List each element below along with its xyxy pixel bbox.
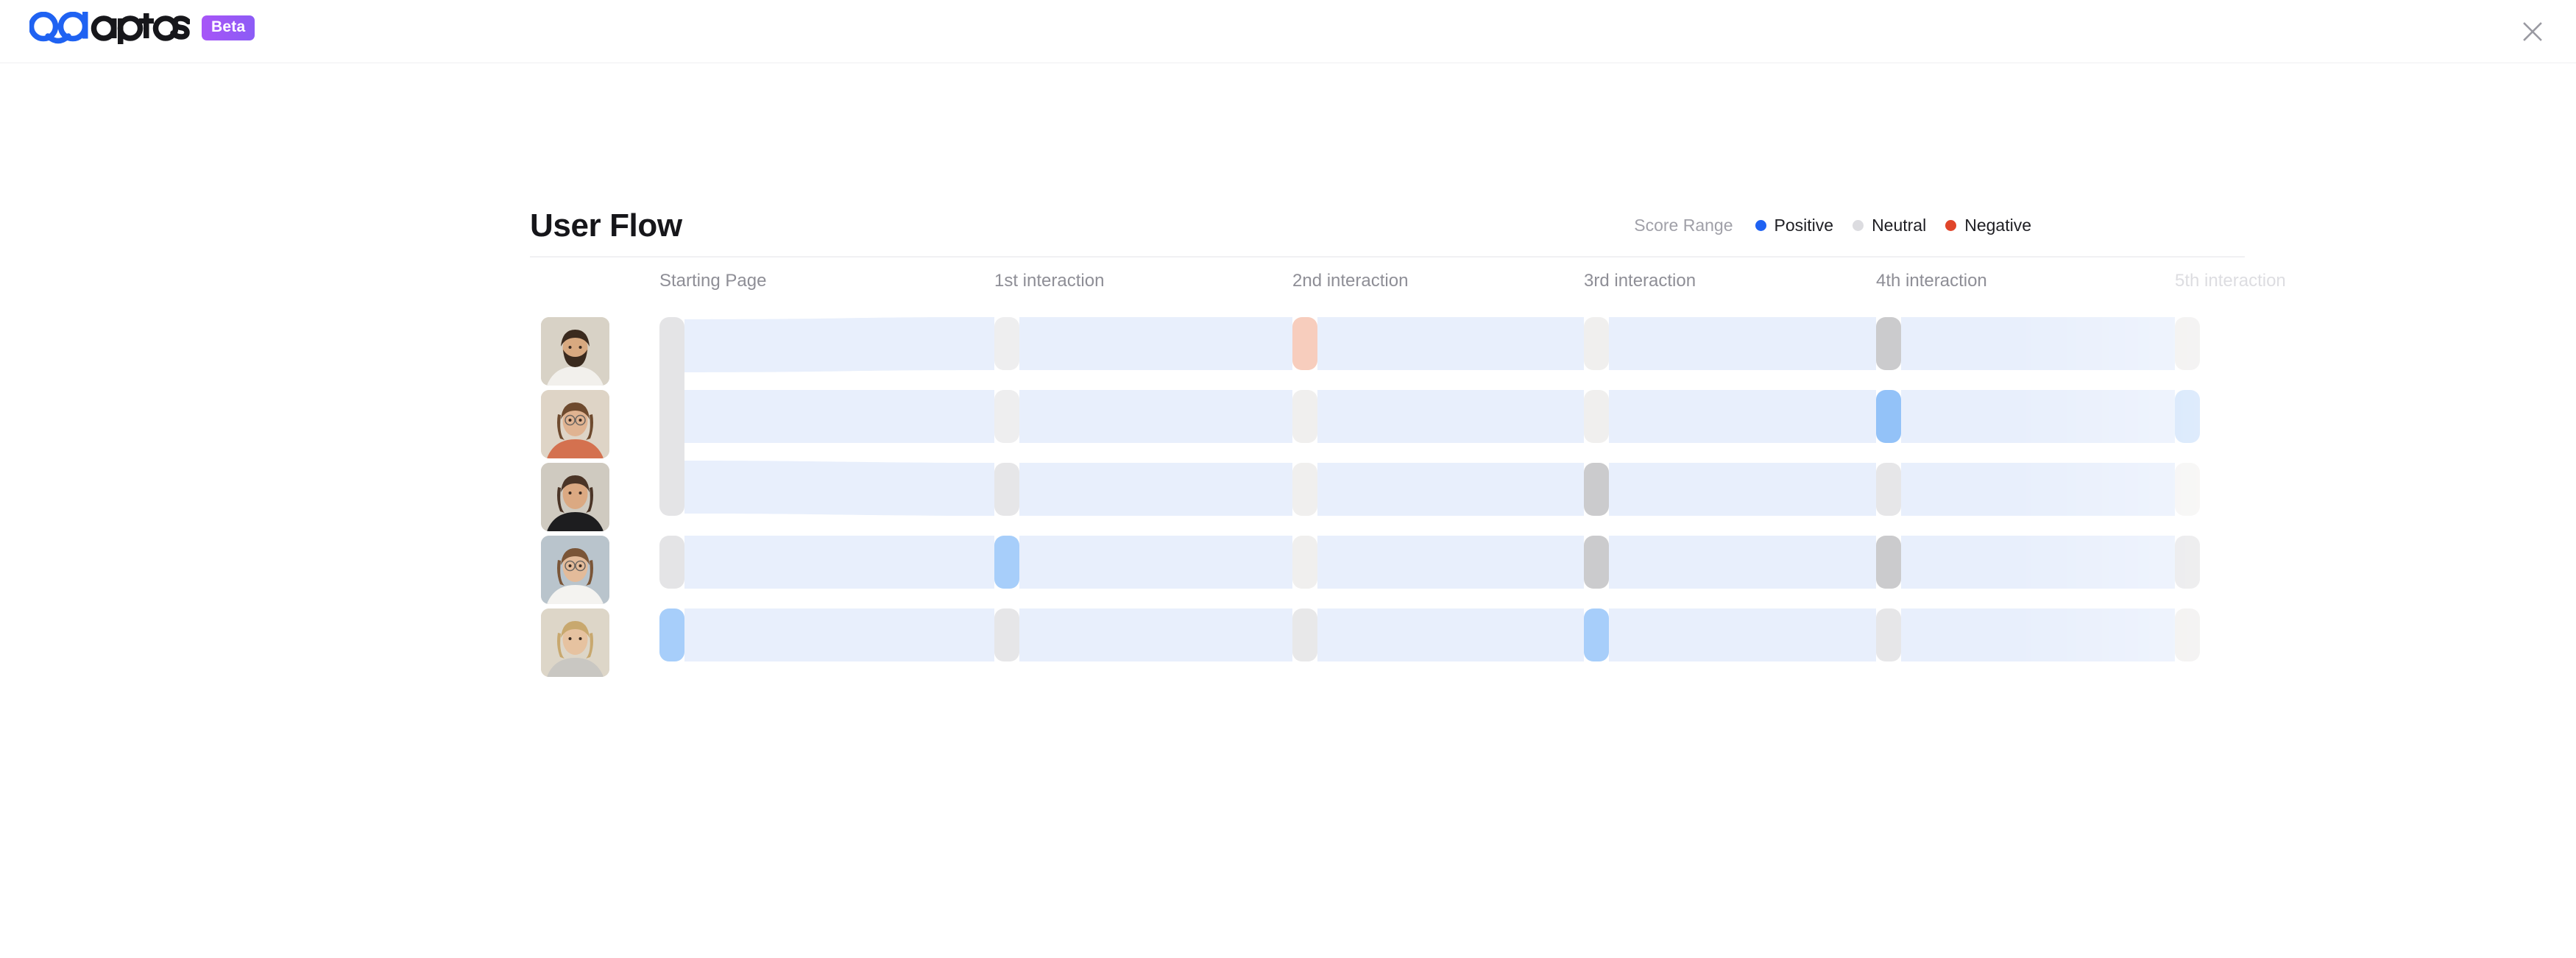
- close-icon: [2522, 21, 2544, 43]
- legend-item-negative: Negative: [1945, 216, 2031, 235]
- participant-avatar-column: [541, 317, 612, 707]
- legend-label-negative: Negative: [1964, 215, 2031, 235]
- flow-node-n14[interactable]: [1584, 390, 1609, 443]
- flow-node-n5[interactable]: [994, 463, 1019, 516]
- flow-link: [1901, 317, 2175, 370]
- column-header-interaction-3: 3rd interaction: [1584, 271, 1696, 291]
- flow-node-n11[interactable]: [1292, 536, 1317, 589]
- page-title: User Flow: [530, 207, 682, 244]
- flow-node-n2[interactable]: [659, 608, 684, 661]
- flow-node-n22[interactable]: [1876, 608, 1901, 661]
- legend-item-neutral: Neutral: [1853, 216, 1926, 235]
- flow-link: [1901, 390, 2175, 443]
- flow-node-n12[interactable]: [1292, 608, 1317, 661]
- app-header: Beta: [0, 0, 2576, 63]
- flow-node-n8[interactable]: [1292, 317, 1317, 370]
- legend-title: Score Range: [1634, 215, 1733, 235]
- flow-node-n18[interactable]: [1876, 317, 1901, 370]
- participant-3-avatar[interactable]: [541, 463, 609, 531]
- flow-link: [1609, 608, 1876, 661]
- flow-node-n16[interactable]: [1584, 536, 1609, 589]
- flow-link: [1901, 536, 2175, 589]
- flow-link: [1317, 608, 1584, 661]
- legend-item-positive: Positive: [1755, 215, 1834, 235]
- participant-4-avatar[interactable]: [541, 536, 609, 604]
- flow-node-n10[interactable]: [1292, 463, 1317, 516]
- flow-node-n9[interactable]: [1292, 390, 1317, 443]
- flow-link: [684, 317, 994, 372]
- column-header-row: Starting Page 1st interaction 2nd interact…: [530, 271, 2576, 303]
- flow-link: [1901, 463, 2175, 516]
- legend-dot-positive: [1755, 219, 1766, 231]
- flow-node-n7[interactable]: [994, 608, 1019, 661]
- legend-dot-negative: [1945, 219, 1957, 231]
- flow-node-n25[interactable]: [2175, 463, 2200, 516]
- brand: Beta: [29, 12, 255, 44]
- flow-node-n3[interactable]: [994, 317, 1019, 370]
- panel-divider: [530, 256, 2245, 258]
- user-flow-chart: [530, 317, 2576, 707]
- flow-link: [684, 461, 994, 516]
- flow-link: [684, 390, 994, 443]
- flow-link: [684, 608, 994, 661]
- legend-label-positive: Positive: [1774, 215, 1834, 235]
- legend-dot-neutral: [1853, 219, 1864, 231]
- legend: Score Range Positive Neutral Negative: [1634, 216, 2031, 237]
- flow-link: [1019, 463, 1292, 516]
- column-header-interaction-1: 1st interaction: [994, 271, 1105, 291]
- column-header-interaction-5: 5th interaction: [2175, 271, 2286, 291]
- odaptos-face-logo-icon: [29, 12, 190, 44]
- flow-node-n4[interactable]: [994, 390, 1019, 443]
- column-header-starting-page: Starting Page: [659, 271, 767, 291]
- user-flow-panel: User Flow Score Range Positive Neutral N…: [530, 199, 2576, 957]
- legend-label-neutral: Neutral: [1872, 215, 1927, 235]
- flow-link: [1609, 317, 1876, 370]
- flow-link: [1019, 608, 1292, 661]
- flow-node-n6[interactable]: [994, 536, 1019, 589]
- participant-1-avatar[interactable]: [541, 317, 609, 386]
- flow-link: [1901, 608, 2175, 661]
- flow-node-n21[interactable]: [1876, 536, 1901, 589]
- column-header-interaction-4: 4th interaction: [1876, 271, 1987, 291]
- flow-link: [1317, 536, 1584, 589]
- flow-node-n27[interactable]: [2175, 608, 2200, 661]
- flow-link: [1019, 536, 1292, 589]
- participant-5-avatar[interactable]: [541, 608, 609, 677]
- flow-link: [1019, 317, 1292, 370]
- close-button[interactable]: [2516, 15, 2550, 49]
- flow-node-n1[interactable]: [659, 536, 684, 589]
- flow-link: [1317, 317, 1584, 370]
- beta-badge: Beta: [202, 15, 255, 40]
- flow-link: [1317, 390, 1584, 443]
- participant-2-avatar[interactable]: [541, 390, 609, 458]
- flow-link: [1609, 390, 1876, 443]
- page-body: User Flow Score Range Positive Neutral N…: [0, 63, 2576, 957]
- flow-link: [684, 536, 994, 589]
- sankey-canvas: [615, 317, 2576, 707]
- flow-node-n19[interactable]: [1876, 390, 1901, 443]
- flow-node-n23[interactable]: [2175, 317, 2200, 370]
- flow-node-n13[interactable]: [1584, 317, 1609, 370]
- flow-node-n20[interactable]: [1876, 463, 1901, 516]
- flow-link: [1019, 390, 1292, 443]
- flow-node-n26[interactable]: [2175, 536, 2200, 589]
- flow-node-n0[interactable]: [659, 317, 684, 516]
- flow-node-n15[interactable]: [1584, 463, 1609, 516]
- flow-node-n24[interactable]: [2175, 390, 2200, 443]
- panel-header: User Flow Score Range Positive Neutral N…: [530, 199, 2576, 252]
- column-header-interaction-2: 2nd interaction: [1292, 271, 1409, 291]
- flow-node-n17[interactable]: [1584, 608, 1609, 661]
- flow-link: [1609, 463, 1876, 516]
- flow-link: [1609, 536, 1876, 589]
- flow-link: [1317, 463, 1584, 516]
